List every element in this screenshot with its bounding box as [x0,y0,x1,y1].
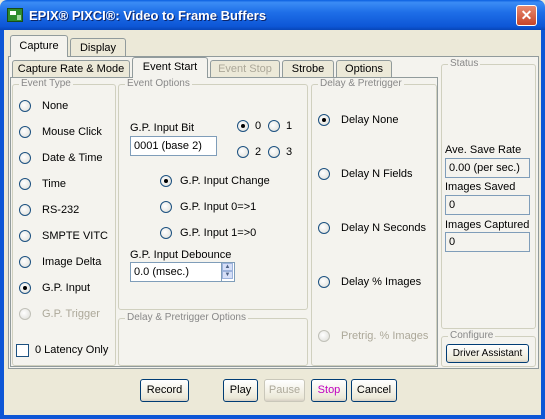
close-button[interactable]: ✕ [516,5,537,26]
radio-delay-n-seconds-label: Delay N Seconds [341,222,426,234]
radio-pretrig-percent-images-label: Pretrig. % Images [341,330,429,342]
zero-latency-label: 0 Latency Only [35,344,109,356]
title-bar[interactable]: EPIX® PIXCI®: Video to Frame Buffers ✕ [0,0,545,30]
gp-input-bit-field[interactable]: 0001 (base 2) [130,136,217,156]
debounce-spinner[interactable]: ▲ ▼ [221,263,233,281]
window-frame-right [541,30,545,419]
tab-display[interactable]: Display [70,38,126,57]
radio-rs232[interactable] [19,204,31,216]
tab-strobe[interactable]: Strobe [282,60,334,78]
gp-input-debounce-field[interactable]: 0.0 (msec.) [130,262,235,282]
radio-gp-trigger[interactable] [19,308,31,320]
radio-date-time-label: Date & Time [42,152,103,164]
radio-bit-3-label: 3 [286,146,293,158]
delay-pretrigger-options-title: Delay & Pretrigger Options [125,312,248,324]
radio-delay-percent-images-label: Delay % Images [341,276,422,288]
radio-bit-1[interactable] [268,120,280,132]
radio-mouse-click-label: Mouse Click [42,126,102,138]
radio-time-label: Time [42,178,67,190]
driver-assistant-button[interactable]: Driver Assistant [446,344,529,363]
status-title: Status [448,58,481,70]
tab-capture-rate-mode-label: Capture Rate & Mode [17,63,125,75]
radio-mouse-click[interactable] [19,126,31,138]
zero-latency-checkbox[interactable] [16,344,29,357]
radio-smpte-vitc-label: SMPTE VITC [42,230,109,242]
radio-delay-n-seconds[interactable] [318,222,330,234]
radio-bit-3[interactable] [268,146,280,158]
radio-gp-input-0-to-1-label: G.P. Input 0=>1 [180,201,257,213]
pause-button[interactable]: Pause [264,379,305,402]
tab-event-stop-label: Event Stop [218,63,272,75]
radio-gp-input[interactable] [19,282,31,294]
radio-gp-input-1-to-0[interactable] [160,227,172,239]
window-title: EPIX® PIXCI®: Video to Frame Buffers [29,8,267,23]
window-frame-bottom [0,415,545,419]
radio-image-delta-label: Image Delta [42,256,102,268]
images-captured-label: Images Captured [445,219,530,231]
radio-gp-input-change-label: G.P. Input Change [180,175,270,187]
radio-smpte-vitc[interactable] [19,230,31,242]
gp-input-debounce-label: G.P. Input Debounce [130,249,232,261]
gp-input-debounce-value: 0.0 (msec.) [134,266,190,278]
tab-strobe-label: Strobe [291,63,325,75]
event-options-title: Event Options [125,78,192,90]
tab-capture-label: Capture [19,40,59,52]
images-saved-label: Images Saved [445,181,516,193]
radio-bit-1-label: 1 [286,120,293,132]
ave-save-rate-label: Ave. Save Rate [445,144,522,156]
spin-up-icon[interactable]: ▲ [222,263,233,271]
app-icon [7,8,23,22]
radio-delay-n-fields[interactable] [318,168,330,180]
delay-pretrigger-options-group: Delay & Pretrigger Options [118,312,308,366]
images-captured-value: 0 [445,232,530,252]
radio-gp-input-change[interactable] [160,175,172,187]
ave-save-rate-value: 0.00 (per sec.) [445,158,530,178]
radio-bit-2-label: 2 [255,146,262,158]
radio-bit-0-label: 0 [255,120,262,132]
radio-bit-2[interactable] [237,146,249,158]
radio-none-label: None [42,100,69,112]
radio-gp-trigger-label: G.P. Trigger [42,308,100,320]
radio-date-time[interactable] [19,152,31,164]
cancel-button[interactable]: Cancel [351,379,397,402]
radio-delay-none-label: Delay None [341,114,399,126]
images-saved-value: 0 [445,195,530,215]
radio-delay-n-fields-label: Delay N Fields [341,168,413,180]
radio-bit-0[interactable] [237,120,249,132]
tab-display-label: Display [79,42,117,54]
radio-pretrig-percent-images[interactable] [318,330,330,342]
stop-button[interactable]: Stop [311,379,347,402]
radio-gp-input-label: G.P. Input [42,282,91,294]
tab-event-start[interactable]: Event Start [132,57,208,78]
tab-options-label: Options [345,63,383,75]
radio-delay-percent-images[interactable] [318,276,330,288]
radio-image-delta[interactable] [19,256,31,268]
tab-capture-rate-mode[interactable]: Capture Rate & Mode [12,60,130,78]
radio-gp-input-1-to-0-label: G.P. Input 1=>0 [180,227,257,239]
event-type-title: Event Type [19,78,73,90]
radio-none[interactable] [19,100,31,112]
gp-input-bit-label: G.P. Input Bit [130,122,195,134]
tab-capture[interactable]: Capture [10,35,68,57]
record-button[interactable]: Record [140,379,189,402]
radio-time[interactable] [19,178,31,190]
play-button[interactable]: Play [223,379,258,402]
close-icon: ✕ [520,7,533,23]
radio-delay-none[interactable] [318,114,330,126]
tab-event-start-label: Event Start [142,61,198,73]
delay-pretrigger-title: Delay & Pretrigger [318,78,404,90]
tab-options[interactable]: Options [336,60,392,78]
window-frame-left [0,30,4,419]
tab-event-stop[interactable]: Event Stop [210,60,280,78]
radio-rs232-label: RS-232 [42,204,80,216]
spin-down-icon[interactable]: ▼ [222,271,233,279]
radio-gp-input-0-to-1[interactable] [160,201,172,213]
configure-title: Configure [448,330,496,342]
